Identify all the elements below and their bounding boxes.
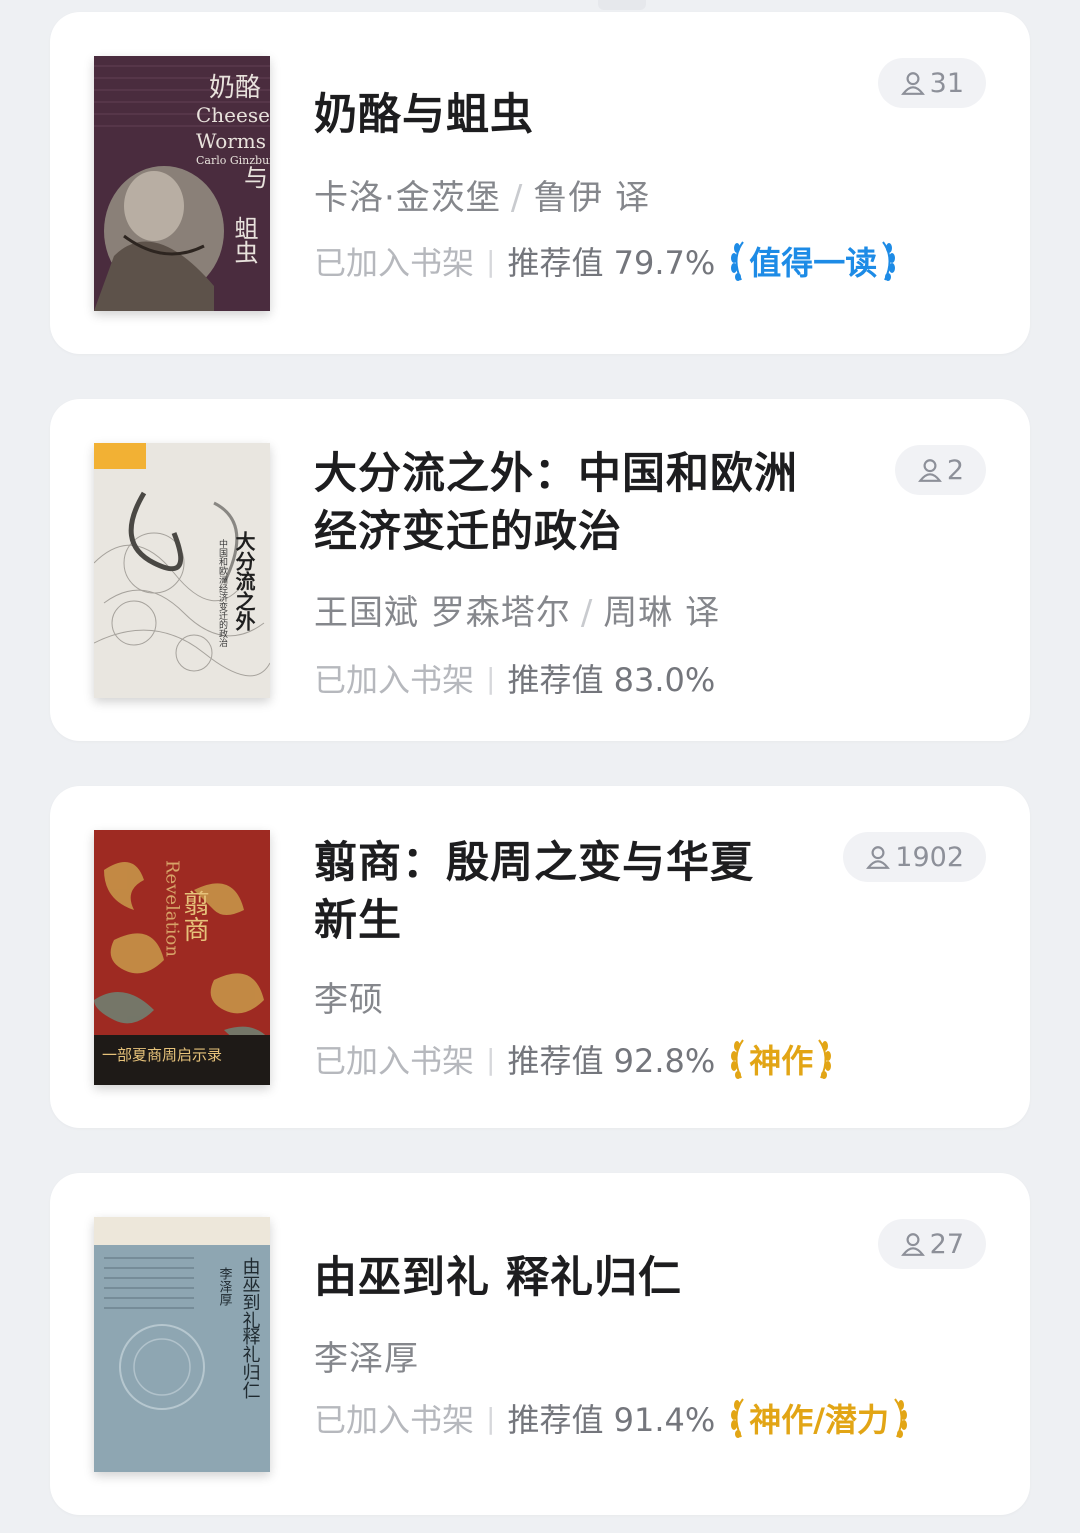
rating-badge: 神作: [727, 1036, 835, 1082]
divider: |: [486, 1042, 496, 1076]
book-title[interactable]: 由巫到礼 释礼归仁: [314, 1249, 834, 1307]
shelf-status: 已加入书架: [314, 244, 475, 282]
rating-badge-label: 神作/潜力: [749, 1401, 889, 1439]
book-card[interactable]: 翦商 Revelation 一部夏商周启示录 1902 翦商：殷周之变与华夏新生…: [50, 786, 1030, 1128]
recommend-value: 推荐值 83.0%: [507, 661, 716, 699]
cover-title-cn3: 蛆虫: [230, 216, 258, 264]
book-meta: 已加入书架 | 推荐值 79.7% 值得一读: [314, 238, 899, 284]
shelf-status: 已加入书架: [314, 1042, 475, 1080]
reader-count-badge[interactable]: 2: [894, 445, 986, 495]
book-translator: 周琳 译: [603, 593, 721, 633]
user-icon: [900, 72, 925, 95]
reader-count: 2: [946, 454, 964, 486]
book-meta: 已加入书架 | 推荐值 91.4% 神作/潜力: [314, 1395, 911, 1441]
shelf-status: 已加入书架: [314, 1401, 475, 1439]
shelf-status: 已加入书架: [314, 661, 475, 699]
laurel-right-icon: [894, 1398, 907, 1438]
book-translator: 鲁伊 译: [533, 178, 651, 218]
separator: /: [580, 593, 594, 633]
book-meta: 已加入书架 | 推荐值 92.8% 神作: [314, 1036, 835, 1082]
book-title[interactable]: 大分流之外：中国和欧洲经济变迁的政治: [314, 445, 834, 561]
rating-badge-label: 神作: [749, 1042, 814, 1080]
user-icon: [900, 1233, 925, 1256]
book-meta: 已加入书架 | 推荐值 83.0%: [314, 655, 715, 701]
user-icon: [866, 846, 891, 869]
cover-title-2: 释礼归仁: [240, 1327, 261, 1399]
book-author-line[interactable]: 李硕: [314, 972, 384, 1021]
rating-badge-label: 值得一读: [749, 244, 878, 282]
reader-count-badge[interactable]: 27: [877, 1219, 986, 1269]
laurel-right-icon: [818, 1039, 832, 1079]
book-cover[interactable]: 由巫到礼 李泽厚 释礼归仁: [94, 1217, 270, 1472]
cover-art: 奶酪 Cheese Worms Carlo Ginzburg 与 蛆虫: [94, 56, 270, 311]
cover-title: 大分流之外: [232, 531, 256, 632]
book-title[interactable]: 翦商：殷周之变与华夏新生: [314, 834, 784, 950]
book-author-line[interactable]: 王国斌 罗森塔尔 / 周琳 译: [314, 585, 720, 634]
laurel-right-icon: [882, 241, 896, 281]
reader-count: 1902: [895, 841, 964, 873]
book-card[interactable]: 奶酪 Cheese Worms Carlo Ginzburg 与 蛆虫 31 奶…: [50, 12, 1030, 354]
scroll-notch: [598, 0, 646, 10]
book-cover[interactable]: 翦商 Revelation 一部夏商周启示录: [94, 830, 270, 1085]
book-card[interactable]: 由巫到礼 李泽厚 释礼归仁 27 由巫到礼 释礼归仁 李泽厚 已加入书架 | 推…: [50, 1173, 1030, 1515]
book-cover[interactable]: 奶酪 Cheese Worms Carlo Ginzburg 与 蛆虫: [94, 56, 270, 311]
cover-title-cn: 奶酪: [209, 73, 261, 103]
laurel-left-icon: [731, 1039, 745, 1079]
cover-title: 翦商: [179, 890, 209, 942]
rating-badge: 值得一读: [727, 238, 899, 284]
cover-title-en: Revelation: [162, 860, 183, 957]
book-author: 卡洛·金茨堡: [314, 178, 501, 218]
separator: /: [510, 178, 524, 218]
cover-art: 翦商 Revelation 一部夏商周启示录: [94, 830, 270, 1085]
laurel-left-icon: [731, 241, 745, 281]
cover-author: 李泽厚: [217, 1267, 233, 1306]
reader-count: 27: [929, 1228, 964, 1260]
user-icon: [917, 459, 942, 482]
divider: |: [486, 244, 496, 278]
cover-title-en: Cheese: [196, 103, 270, 127]
cover-title-en2: Worms: [196, 129, 266, 153]
cover-title: 由巫到礼: [240, 1257, 261, 1329]
book-author: 李泽厚: [314, 1339, 419, 1379]
divider: |: [486, 661, 496, 695]
cover-art: 大分流之外 中国和欧洲经济变迁的政治: [94, 443, 270, 698]
recommend-value: 推荐值 79.7%: [507, 244, 716, 282]
recommend-value: 推荐值 92.8%: [507, 1042, 716, 1080]
divider: |: [486, 1401, 496, 1435]
reader-count-badge[interactable]: 1902: [843, 832, 986, 882]
reader-count: 31: [929, 67, 964, 99]
book-author: 李硕: [314, 980, 384, 1020]
book-author: 王国斌 罗森塔尔: [314, 593, 571, 633]
recommend-value: 推荐值 91.4%: [507, 1401, 716, 1439]
cover-tagline: 一部夏商周启示录: [102, 1046, 222, 1064]
rating-badge: 神作/潜力: [727, 1395, 911, 1441]
cover-art: 由巫到礼 李泽厚 释礼归仁: [94, 1217, 270, 1472]
cover-subtitle: 中国和欧洲经济变迁的政治: [217, 538, 228, 648]
book-author-line[interactable]: 李泽厚: [314, 1331, 419, 1380]
book-title[interactable]: 奶酪与蛆虫: [314, 86, 834, 144]
laurel-left-icon: [731, 1398, 745, 1438]
book-cover[interactable]: 大分流之外 中国和欧洲经济变迁的政治: [94, 443, 270, 698]
book-author-line[interactable]: 卡洛·金茨堡 / 鲁伊 译: [314, 170, 650, 219]
reader-count-badge[interactable]: 31: [877, 58, 986, 108]
cover-title-cn2: 与: [244, 164, 268, 192]
book-card[interactable]: 大分流之外 中国和欧洲经济变迁的政治 2 大分流之外：中国和欧洲经济变迁的政治 …: [50, 399, 1030, 741]
